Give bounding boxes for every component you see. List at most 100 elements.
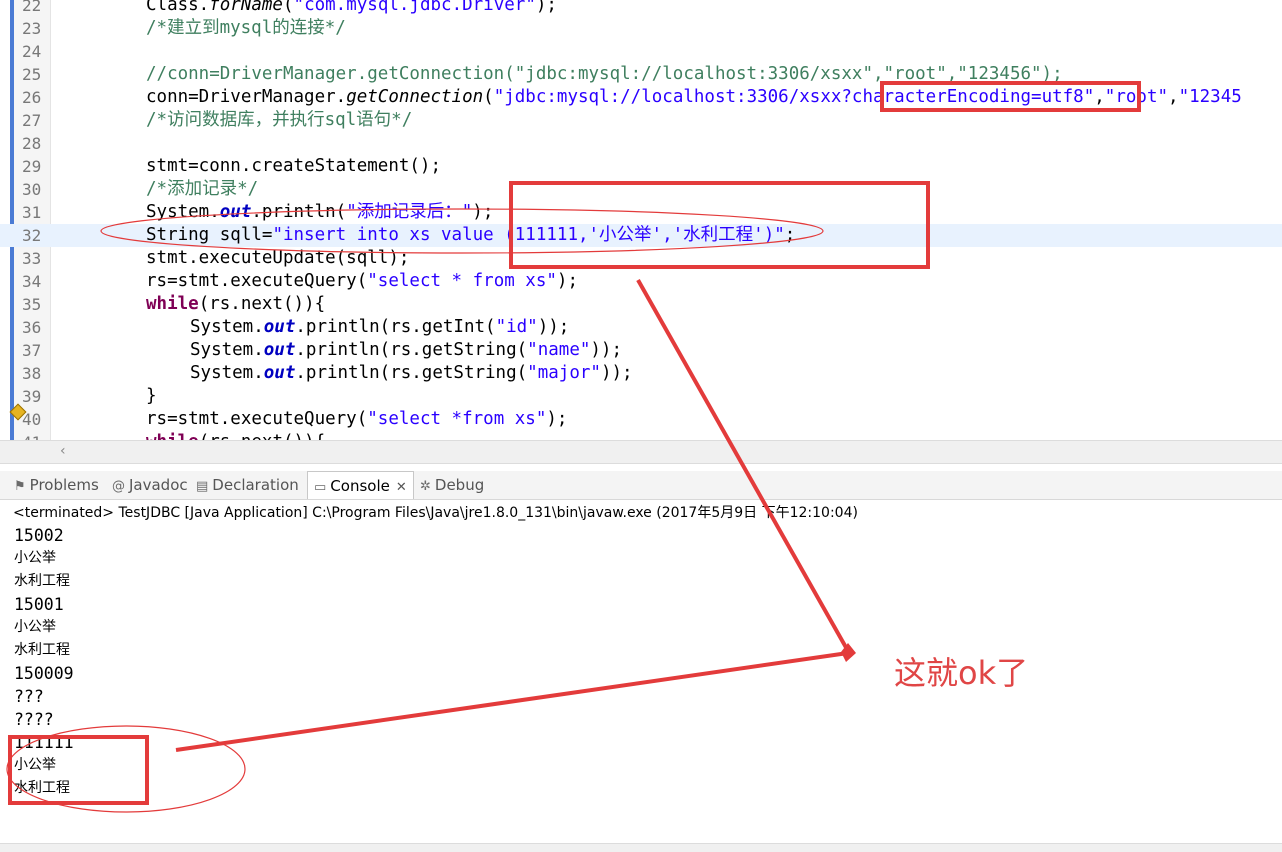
code-token: , [1168,87,1179,107]
code-token: )); [590,340,622,360]
code-line[interactable]: 39} [0,385,1282,408]
code-token: "major" [527,363,601,383]
code-text: stmt.executeUpdate(sqll); [146,247,409,270]
code-token: rs=stmt.executeQuery( [146,409,368,429]
console-line: 150009 [14,664,74,683]
highlight-box-console-result [8,735,149,805]
code-line[interactable]: 35 while(rs.next()){ [0,293,1282,316]
code-token: conn=DriverManager. [146,87,347,107]
tab-declaration[interactable]: ▤ Declaration [196,471,299,499]
tab-console[interactable]: ▭ Console ✕ [307,471,414,499]
code-text: while(rs.next()){ [146,293,325,316]
code-text: rs=stmt.executeQuery("select * from xs")… [146,270,578,293]
code-line[interactable]: 27 /*访问数据库，并执行sql语句*/ [0,109,1282,132]
code-token: .println(rs.getInt( [295,317,496,337]
line-number: 40 [22,410,42,429]
line-number: 31 [22,203,42,222]
highlight-box-insert-values [509,181,930,269]
code-line[interactable]: 41 while(rs.next()){ [0,431,1282,440]
tab-label: Console [330,477,390,495]
code-token: /*建立到mysql的连接*/ [146,18,346,38]
code-line[interactable]: 24 [0,40,1282,63]
code-line[interactable]: 22 Class.forName("com.mysql.jdbc.Driver")… [0,0,1282,17]
code-line[interactable]: 34 rs=stmt.executeQuery("select * from xs… [0,270,1282,293]
code-token: out [263,340,296,360]
code-token: "select *from xs" [367,409,547,429]
line-number: 35 [22,295,42,314]
line-number: 33 [22,249,42,268]
tab-debug[interactable]: ✲ Debug [420,471,484,499]
declaration-icon: ▤ [196,479,209,494]
code-line[interactable]: 36 System.out.println(rs.getInt("id")); [0,316,1282,339]
console-process-label: <terminated> TestJDBC [Java Application]… [13,505,858,521]
code-token: )); [537,317,570,337]
javadoc-icon: @ [112,479,125,494]
code-token: "name" [527,340,591,360]
tab-problems[interactable]: ⚑ Problems [14,471,99,499]
highlight-box-encoding [880,81,1141,112]
code-token: .println( [251,202,347,222]
line-number: 28 [22,134,42,153]
code-text: System.out.println(rs.getInt("id")); [190,316,569,339]
line-number: 36 [22,318,42,337]
code-token: ( [282,0,294,15]
scroll-left-icon[interactable]: ‹ [60,443,66,459]
code-line[interactable]: 23 /*建立到mysql的连接*/ [0,17,1282,40]
line-number: 41 [22,431,50,440]
code-token: System. [190,363,264,383]
annotation-label: 这就ok了 [894,654,1029,692]
code-token: System. [190,317,264,337]
line-number: 39 [22,387,42,406]
code-token: .println(rs.getString( [295,363,528,383]
code-token: rs=stmt.executeQuery( [146,271,368,291]
code-line[interactable]: 38 System.out.println(rs.getString("major… [0,362,1282,385]
line-number: 29 [22,157,42,176]
code-token: System. [146,202,220,222]
code-token: ); [472,202,494,222]
console-line: 15001 [14,595,64,614]
console-line: 小公举 [14,550,56,566]
console-line: 15002 [14,526,64,545]
code-text: /*添加记录*/ [146,178,258,201]
code-token: "select * from xs" [367,271,557,291]
editor-horizontal-scrollbar[interactable]: ‹ [0,440,1282,464]
tab-javadoc[interactable]: @ Javadoc [112,471,188,499]
code-token: String sqll= [146,225,273,245]
line-number: 23 [22,19,42,38]
code-token: System. [190,340,264,360]
close-icon[interactable]: ✕ [396,480,407,495]
code-line[interactable]: 37 System.out.println(rs.getString("name"… [0,339,1282,362]
debug-icon: ✲ [420,479,431,494]
code-token: ); [546,409,568,429]
tab-label: Debug [434,476,485,494]
code-text: /*访问数据库，并执行sql语句*/ [146,109,412,132]
tab-label: Declaration [212,476,299,494]
console-line: 111111 [14,733,74,752]
code-token: "12345 [1178,87,1242,107]
line-number: 22 [22,0,42,15]
line-number: 30 [22,180,42,199]
console-output[interactable]: 15002 小公举 水利工程 15001 小公举 水利工程 150009??????? 111… [14,524,1274,800]
code-token: ); [556,271,578,291]
line-number: 25 [22,65,42,84]
code-line[interactable]: 29 stmt=conn.createStatement(); [0,155,1282,178]
code-token: forName [209,0,283,15]
code-token: out [263,363,296,383]
code-token: ( [483,87,494,107]
tab-label: Javadoc [129,476,188,494]
code-text: while(rs.next()){ [146,431,325,440]
console-line: ???? [14,710,54,729]
code-token: out [219,202,252,222]
code-text: System.out.println(rs.getString("name"))… [190,339,622,362]
code-token: (rs.next()){ [198,294,326,314]
problems-icon: ⚑ [14,479,26,494]
line-number: 37 [22,341,42,360]
code-line[interactable]: 40 rs=stmt.executeQuery("select *from xs"… [0,408,1282,431]
code-line[interactable]: 28 [0,132,1282,155]
code-token: /*访问数据库，并执行sql语句*/ [146,110,413,130]
code-text: Class.forName("com.mysql.jdbc.Driver"); [146,0,557,17]
code-text: } [146,385,157,408]
console-line: 小公举 [14,757,56,773]
code-token: stmt=conn.createStatement(); [146,156,442,176]
code-token: while [146,432,199,440]
